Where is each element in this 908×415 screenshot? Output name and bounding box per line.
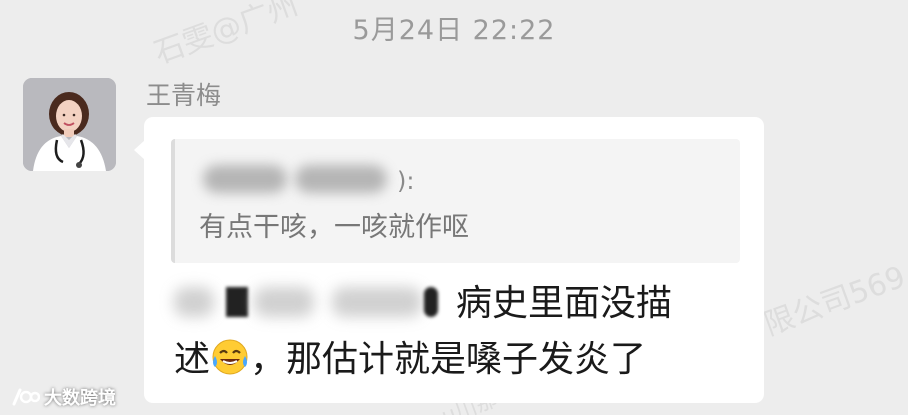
message-line-2: 述 ，那估计就是嗓子发炎了	[174, 332, 744, 388]
chat-screen: 石雯@广州 限公司569 u川那 5月24日 22:22 王青梅	[0, 0, 908, 415]
watermark-right: 限公司569	[759, 259, 908, 343]
mention-redacted	[174, 281, 456, 321]
brand-text: 大数跨境	[44, 388, 116, 409]
quoted-sender-suffix: ):	[397, 167, 415, 195]
message-body-line2-start: 述	[174, 339, 211, 380]
sender-avatar[interactable]	[23, 78, 116, 171]
brand-logo-icon	[12, 388, 40, 406]
quoted-sender-redacted: ):	[197, 161, 417, 201]
message-text: 病史里面没描 述 ，那估计就是嗓子发炎了	[174, 276, 744, 388]
message-timestamp: 5月24日 22:22	[352, 15, 556, 46]
message-line-1: 病史里面没描	[174, 276, 744, 332]
message-body-line2-end: ，那估计就是嗓子发炎了	[250, 339, 647, 380]
tears-of-joy-emoji-icon	[212, 339, 248, 375]
doctor-avatar-icon	[23, 78, 116, 171]
quoted-message[interactable]: ): 有点干咳，一咳就作呕	[171, 139, 740, 263]
sender-name: 王青梅	[146, 81, 222, 110]
quoted-text: 有点干咳，一咳就作呕	[199, 212, 469, 243]
message-body-line1: 病史里面没描	[456, 283, 673, 324]
brand-watermark: 大数跨境	[10, 384, 116, 410]
